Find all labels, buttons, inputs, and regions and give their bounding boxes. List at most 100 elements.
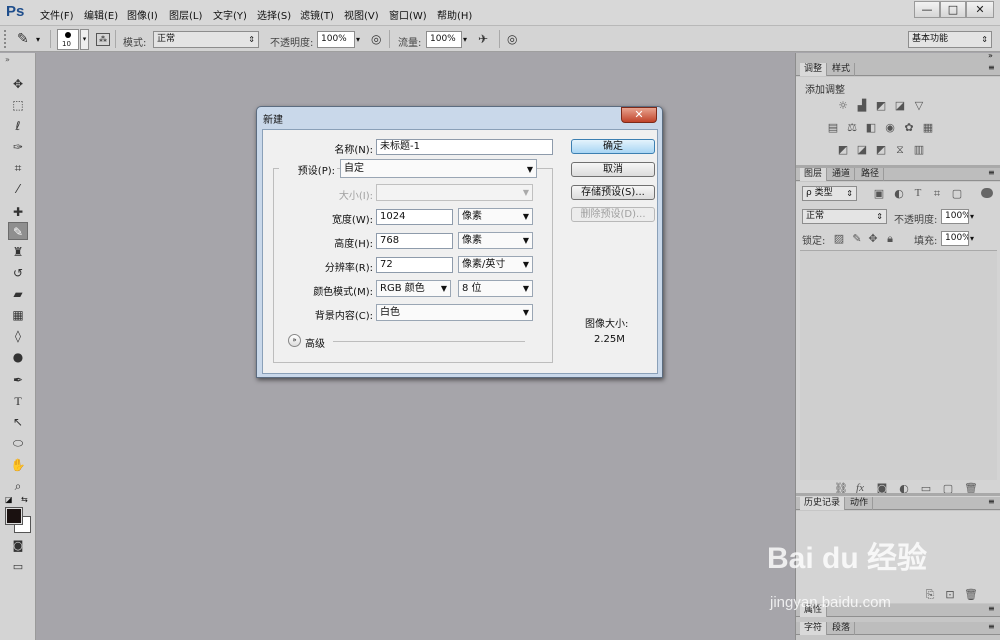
cancel-button[interactable]: 取消 <box>571 162 655 177</box>
menu-edit[interactable]: 编辑(E) <box>84 7 118 22</box>
tab-character[interactable]: 字符 <box>800 622 828 635</box>
color-lookup-icon[interactable]: ▦ <box>922 122 934 133</box>
menu-window[interactable]: 窗口(W) <box>389 7 427 22</box>
chevron-down-icon[interactable]: ▾ <box>970 212 974 221</box>
eraser-tool-icon[interactable]: ▰ <box>8 285 28 303</box>
brush-preset-picker[interactable]: 10 <box>57 29 79 50</box>
menu-help[interactable]: 帮助(H) <box>437 7 472 22</box>
swap-colors-icon[interactable]: ⇆ <box>21 495 28 504</box>
history-brush-tool-icon[interactable]: ↺ <box>8 264 28 282</box>
photo-filter-icon[interactable]: ◉ <box>884 122 896 133</box>
screen-mode-icon[interactable]: ▭ <box>8 558 28 576</box>
menu-select[interactable]: 选择(S) <box>257 7 291 22</box>
chevron-down-icon[interactable]: ▾ <box>463 35 467 44</box>
menu-view[interactable]: 视图(V) <box>344 7 379 22</box>
chevron-down-icon[interactable]: ▾ <box>36 35 40 44</box>
resolution-input[interactable]: 72 <box>376 257 453 273</box>
blur-tool-icon[interactable]: ◊ <box>8 327 28 345</box>
workspace-select[interactable]: 基本功能 ⇕ <box>908 31 992 48</box>
tab-history[interactable]: 历史记录 <box>800 497 846 510</box>
expand-advanced-icon[interactable]: » <box>288 334 301 347</box>
collapse-icon[interactable]: » <box>988 51 993 60</box>
filter-toggle[interactable] <box>981 188 993 198</box>
smart-object-filter-icon[interactable]: ▢ <box>951 188 963 199</box>
selective-color-icon[interactable]: ⧖ <box>894 144 906 155</box>
tab-adjustments[interactable]: 调整 <box>800 63 828 76</box>
background-select[interactable]: 白色 ▼ <box>376 304 533 321</box>
panel-menu-icon[interactable]: ≡ <box>988 168 995 177</box>
layer-list[interactable] <box>800 250 997 480</box>
tab-layers[interactable]: 图层 <box>800 168 828 181</box>
menu-image[interactable]: 图像(I) <box>127 7 158 22</box>
fill-input[interactable]: 100% <box>941 231 969 246</box>
eyedropper-tool-icon[interactable]: ⁄ <box>8 180 28 198</box>
flow-input[interactable]: 100% <box>426 31 462 48</box>
airbrush-icon[interactable]: ✈ <box>478 32 488 46</box>
gradient-map-icon[interactable]: ▥ <box>913 144 925 155</box>
opacity-input[interactable]: 100% <box>317 31 355 48</box>
chevron-down-icon[interactable]: ▾ <box>970 234 974 243</box>
pressure-opacity-icon[interactable]: ◎ <box>371 32 381 46</box>
pen-tool-icon[interactable]: ✒ <box>8 371 28 389</box>
vibrance-icon[interactable]: ▽ <box>913 100 925 111</box>
marquee-tool-icon[interactable]: ⬚ <box>8 96 28 114</box>
save-preset-button[interactable]: 存储预设(S)... <box>571 185 655 200</box>
crop-tool-icon[interactable]: ⌗ <box>8 159 28 177</box>
panel-menu-icon[interactable]: ≡ <box>988 63 995 72</box>
move-tool-icon[interactable]: ✥ <box>8 75 28 93</box>
quick-selection-tool-icon[interactable]: ✑ <box>8 138 28 156</box>
preset-select[interactable]: 自定 ▼ <box>340 159 537 178</box>
default-colors-icon[interactable]: ◪ <box>5 495 13 504</box>
quick-mask-icon[interactable]: ◙ <box>8 537 28 555</box>
tab-styles[interactable]: 样式 <box>828 63 856 76</box>
lock-transparent-icon[interactable]: ▨ <box>833 233 845 244</box>
posterize-icon[interactable]: ◪ <box>856 144 868 155</box>
curves-icon[interactable]: ◩ <box>875 100 887 111</box>
brush-tool-icon[interactable]: ✎ <box>8 222 28 240</box>
tab-actions[interactable]: 动作 <box>846 497 874 510</box>
close-window-button[interactable]: ✕ <box>966 1 994 18</box>
path-selection-tool-icon[interactable]: ↖ <box>8 413 28 431</box>
exposure-icon[interactable]: ◪ <box>894 100 906 111</box>
lock-all-icon[interactable]: 🔒︎ <box>884 233 896 244</box>
blend-mode-select[interactable]: 正常 ⇕ <box>802 209 887 224</box>
hand-tool-icon[interactable]: ✋ <box>8 456 28 474</box>
ellipse-tool-icon[interactable]: ⬭ <box>8 434 28 452</box>
zoom-tool-icon[interactable]: ⌕ <box>8 477 28 495</box>
lasso-tool-icon[interactable]: ℓ <box>8 117 28 135</box>
panel-menu-icon[interactable]: ≡ <box>988 497 995 506</box>
tab-channels[interactable]: 通道 <box>828 168 856 181</box>
type-filter-icon[interactable]: T <box>912 188 924 199</box>
brush-tool-icon[interactable]: ✎ <box>17 31 29 47</box>
pixel-filter-icon[interactable]: ▣ <box>873 188 885 199</box>
ok-button[interactable]: 确定 <box>571 139 655 154</box>
brightness-contrast-icon[interactable]: ☼ <box>837 100 849 111</box>
foreground-color-swatch[interactable] <box>5 507 23 525</box>
minimize-button[interactable]: — <box>914 1 940 18</box>
advanced-label[interactable]: 高级 <box>305 335 325 350</box>
panel-menu-icon[interactable]: ≡ <box>988 604 995 613</box>
mode-select[interactable]: 正常 ⇕ <box>153 31 259 48</box>
lock-position-icon[interactable]: ✥ <box>867 233 879 244</box>
dialog-close-button[interactable]: ✕ <box>621 107 657 123</box>
collapse-icon[interactable]: » <box>5 55 10 64</box>
clone-stamp-tool-icon[interactable]: ♜ <box>8 243 28 261</box>
menu-file[interactable]: 文件(F) <box>40 7 74 22</box>
restore-button[interactable]: □ <box>940 1 966 18</box>
invert-icon[interactable]: ◩ <box>837 144 849 155</box>
resolution-unit-select[interactable]: 像素/英寸 ▼ <box>458 256 533 273</box>
channel-mixer-icon[interactable]: ✿ <box>903 122 915 133</box>
lock-image-icon[interactable]: ✎ <box>851 233 863 244</box>
hue-saturation-icon[interactable]: ▤ <box>827 122 839 133</box>
chevron-down-icon[interactable]: ▾ <box>80 29 89 50</box>
black-white-icon[interactable]: ◧ <box>865 122 877 133</box>
menu-filter[interactable]: 滤镜(T) <box>300 7 334 22</box>
shape-filter-icon[interactable]: ⌗ <box>931 188 943 199</box>
width-unit-select[interactable]: 像素 ▼ <box>458 208 533 225</box>
delete-state-icon[interactable]: 🗑︎ <box>964 589 978 600</box>
adjustment-filter-icon[interactable]: ◐ <box>893 188 905 199</box>
tab-paragraph[interactable]: 段落 <box>828 622 856 635</box>
color-mode-select[interactable]: RGB 颜色 ▼ <box>376 280 451 297</box>
threshold-icon[interactable]: ◩ <box>875 144 887 155</box>
pressure-size-icon[interactable]: ◎ <box>507 32 517 46</box>
